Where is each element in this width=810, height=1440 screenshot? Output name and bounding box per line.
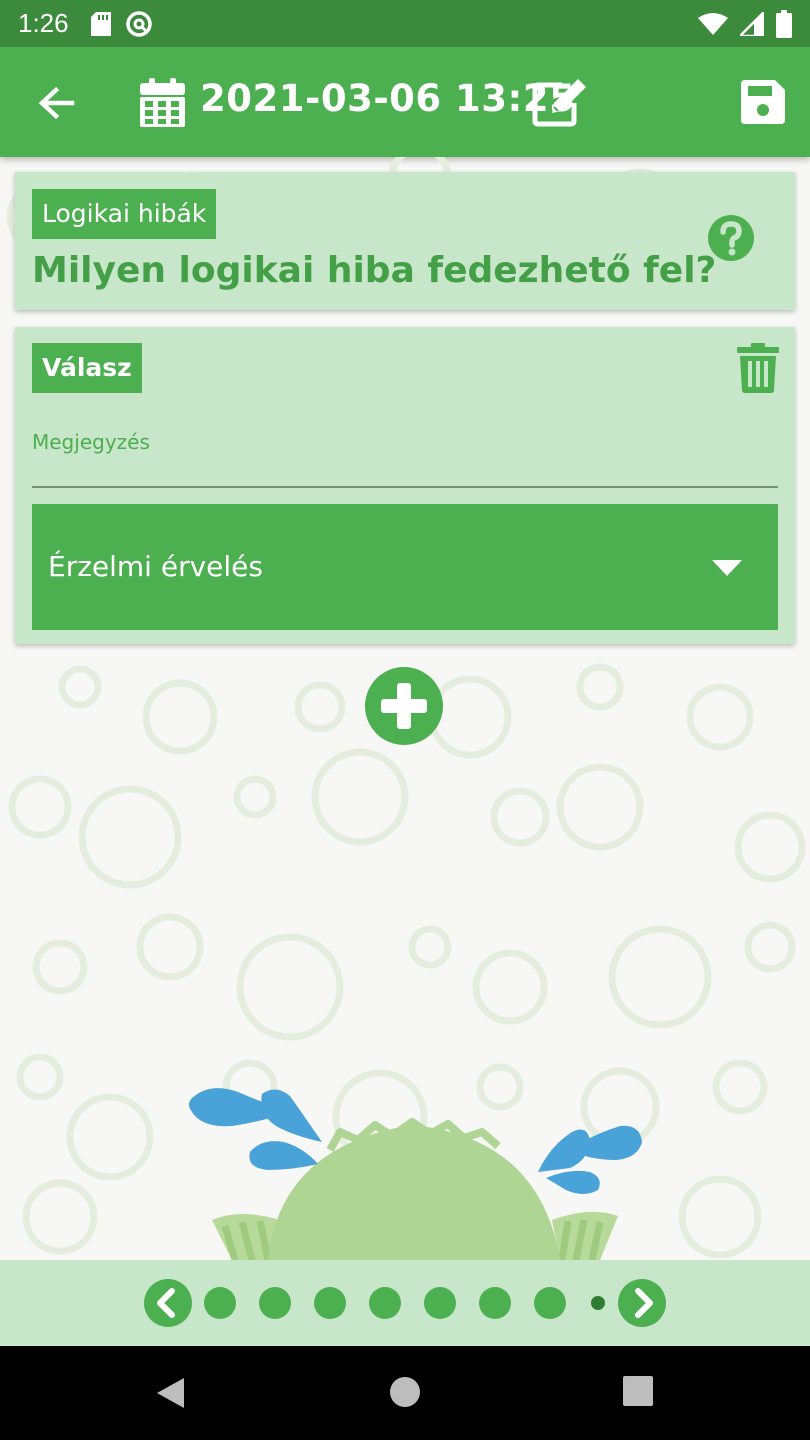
data-saver-icon xyxy=(125,10,152,37)
nav-home-icon[interactable] xyxy=(389,1376,421,1408)
page-dot-1[interactable] xyxy=(204,1287,236,1319)
save-icon[interactable] xyxy=(741,80,785,124)
system-nav-bar xyxy=(0,1346,810,1440)
add-answer-button[interactable] xyxy=(364,666,444,746)
help-icon[interactable] xyxy=(707,214,755,262)
status-time: 1:26 xyxy=(18,8,69,38)
page-dot-current[interactable] xyxy=(591,1296,605,1310)
chevron-left-icon[interactable] xyxy=(144,1279,192,1327)
page-dot-7[interactable] xyxy=(534,1287,566,1319)
answer-dropdown[interactable]: Érzelmi érvelés xyxy=(32,504,778,630)
question-card: Logikai hibák Milyen logikai hiba fedezh… xyxy=(15,172,795,310)
chevron-right-icon[interactable] xyxy=(618,1279,666,1327)
status-bar: 1:26 xyxy=(0,0,810,47)
answer-card: Válasz Megjegyzés Érzelmi érvelés xyxy=(15,327,795,644)
wifi-icon xyxy=(698,12,728,35)
dropdown-caret-icon xyxy=(712,560,742,576)
signal-icon xyxy=(740,11,764,36)
answer-tag: Válasz xyxy=(32,343,142,393)
category-tag: Logikai hibák xyxy=(32,189,217,239)
sd-card-icon xyxy=(90,11,111,36)
entry-datetime[interactable]: 2021-03-06 13:25 xyxy=(200,77,575,120)
nav-recents-icon[interactable] xyxy=(623,1376,653,1406)
page-dot-5[interactable] xyxy=(424,1287,456,1319)
page-indicator-bar xyxy=(0,1260,810,1346)
page-dot-3[interactable] xyxy=(314,1287,346,1319)
page-dot-2[interactable] xyxy=(259,1287,291,1319)
note-input[interactable] xyxy=(32,486,778,488)
monster-mascot-illustration xyxy=(189,1088,642,1260)
dropdown-selected-value: Érzelmi érvelés xyxy=(48,550,263,583)
note-field-label: Megjegyzés xyxy=(32,430,150,454)
battery-icon xyxy=(776,9,792,38)
back-arrow-icon[interactable] xyxy=(36,83,76,123)
page-dot-4[interactable] xyxy=(369,1287,401,1319)
app-bar: 2021-03-06 13:25 xyxy=(0,47,810,157)
trash-icon[interactable] xyxy=(737,343,779,393)
calendar-icon[interactable] xyxy=(140,78,185,127)
question-title: Milyen logikai hiba fedezhető fel? xyxy=(32,250,717,291)
nav-back-icon[interactable] xyxy=(154,1376,186,1410)
page-dot-6[interactable] xyxy=(479,1287,511,1319)
edit-icon[interactable] xyxy=(532,77,590,127)
